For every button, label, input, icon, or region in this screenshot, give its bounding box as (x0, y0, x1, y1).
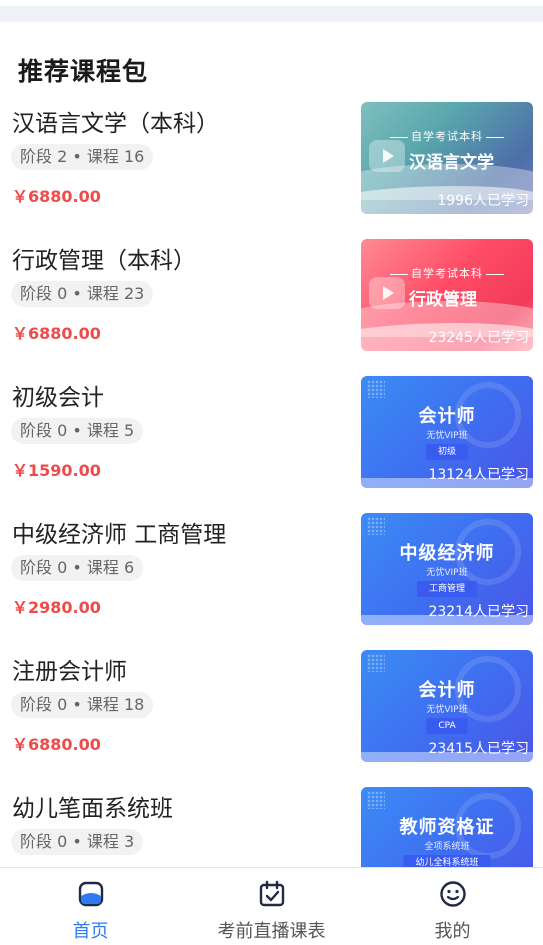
course-item[interactable]: 行政管理（本科） 阶段 0 • 课程 23 ￥6880.00 自学考试本科 行政… (0, 235, 543, 372)
tab-home[interactable]: 首页 (0, 868, 181, 945)
course-meta: 阶段 0 • 课程 6 (11, 555, 144, 581)
thumbnail-tag: 工商管理 (416, 581, 478, 597)
course-meta: 阶段 0 • 课程 3 (11, 829, 144, 855)
thumbnail-title: 中级经济师 (399, 543, 495, 564)
learner-count: 13124人已学习 (428, 467, 529, 483)
tab-mine[interactable]: 我的 (362, 868, 543, 945)
course-meta: 阶段 0 • 课程 5 (11, 418, 144, 444)
dot-pattern-decoration (367, 654, 385, 672)
course-item[interactable]: 中级经济师 工商管理 阶段 0 • 课程 6 ￥2980.00 中级经济师 无忧… (0, 509, 543, 646)
course-title: 中级经济师 工商管理 (12, 522, 227, 548)
section-title: 推荐课程包 (18, 57, 149, 86)
top-divider-strip (0, 6, 543, 22)
course-list: 汉语言文学（本科） 阶段 2 • 课程 16 ￥6880.00 自学考试本科 汉… (0, 98, 543, 920)
thumbnail-tag: 初级 (425, 444, 469, 460)
course-meta: 阶段 2 • 课程 16 (11, 144, 154, 170)
course-thumbnail[interactable]: 自学考试本科 行政管理 23245人已学习 (361, 239, 533, 351)
course-thumbnail[interactable]: 中级经济师 无忧VIP班 工商管理 23214人已学习 (361, 513, 533, 625)
learner-count: 23245人已学习 (428, 330, 529, 346)
play-icon (369, 277, 405, 309)
thumbnail-title: 行政管理 (409, 290, 477, 310)
thumbnail-title: 教师资格证 (399, 817, 495, 838)
home-icon (78, 881, 103, 907)
smiley-icon (439, 881, 466, 907)
course-meta: 阶段 0 • 课程 23 (11, 281, 154, 307)
course-price: ￥1590.00 (12, 461, 101, 480)
tab-schedule-label: 考前直播课表 (217, 921, 326, 942)
thumbnail-class-type: 无忧VIP班 (426, 568, 468, 578)
learner-count: 1996人已学习 (437, 193, 529, 209)
course-item[interactable]: 注册会计师 阶段 0 • 课程 18 ￥6880.00 会计师 无忧VIP班 C… (0, 646, 543, 783)
thumbnail-class-type: 无忧VIP班 (426, 705, 468, 715)
learner-count: 23214人已学习 (428, 604, 529, 620)
course-title: 注册会计师 (12, 659, 127, 685)
course-item[interactable]: 汉语言文学（本科） 阶段 2 • 课程 16 ￥6880.00 自学考试本科 汉… (0, 98, 543, 235)
tab-mine-label: 我的 (434, 921, 471, 942)
course-title: 行政管理（本科） (12, 248, 196, 274)
learner-count: 23415人已学习 (428, 741, 529, 757)
dot-pattern-decoration (367, 517, 385, 535)
thumbnail-tag: CPA (426, 718, 468, 734)
course-price: ￥2980.00 (12, 598, 101, 617)
calendar-check-icon (259, 880, 284, 907)
bottom-tab-bar: 首页 考前直播课表 我的 (0, 867, 543, 945)
tab-home-label: 首页 (72, 921, 109, 942)
course-title: 初级会计 (12, 385, 104, 411)
dot-pattern-decoration (367, 791, 385, 809)
course-price: ￥6880.00 (12, 735, 101, 754)
thumbnail-title: 汉语言文学 (409, 153, 494, 173)
thumbnail-title: 会计师 (418, 406, 476, 427)
course-title: 幼儿笔面系统班 (12, 796, 173, 822)
dot-pattern-decoration (367, 380, 385, 398)
course-meta: 阶段 0 • 课程 18 (11, 692, 154, 718)
course-price: ￥6880.00 (12, 187, 101, 206)
course-thumbnail[interactable]: 会计师 无忧VIP班 初级 13124人已学习 (361, 376, 533, 488)
thumbnail-class-type: 全项系统班 (424, 842, 470, 852)
thumbnail-class-type: 无忧VIP班 (426, 431, 468, 441)
course-title: 汉语言文学（本科） (12, 111, 219, 137)
course-thumbnail[interactable]: 自学考试本科 汉语言文学 1996人已学习 (361, 102, 533, 214)
thumbnail-title: 会计师 (418, 680, 476, 701)
play-icon (369, 140, 405, 172)
course-price: ￥6880.00 (12, 324, 101, 343)
course-thumbnail[interactable]: 会计师 无忧VIP班 CPA 23415人已学习 (361, 650, 533, 762)
course-item[interactable]: 初级会计 阶段 0 • 课程 5 ￥1590.00 会计师 无忧VIP班 初级 … (0, 372, 543, 509)
tab-schedule[interactable]: 考前直播课表 (181, 868, 362, 945)
